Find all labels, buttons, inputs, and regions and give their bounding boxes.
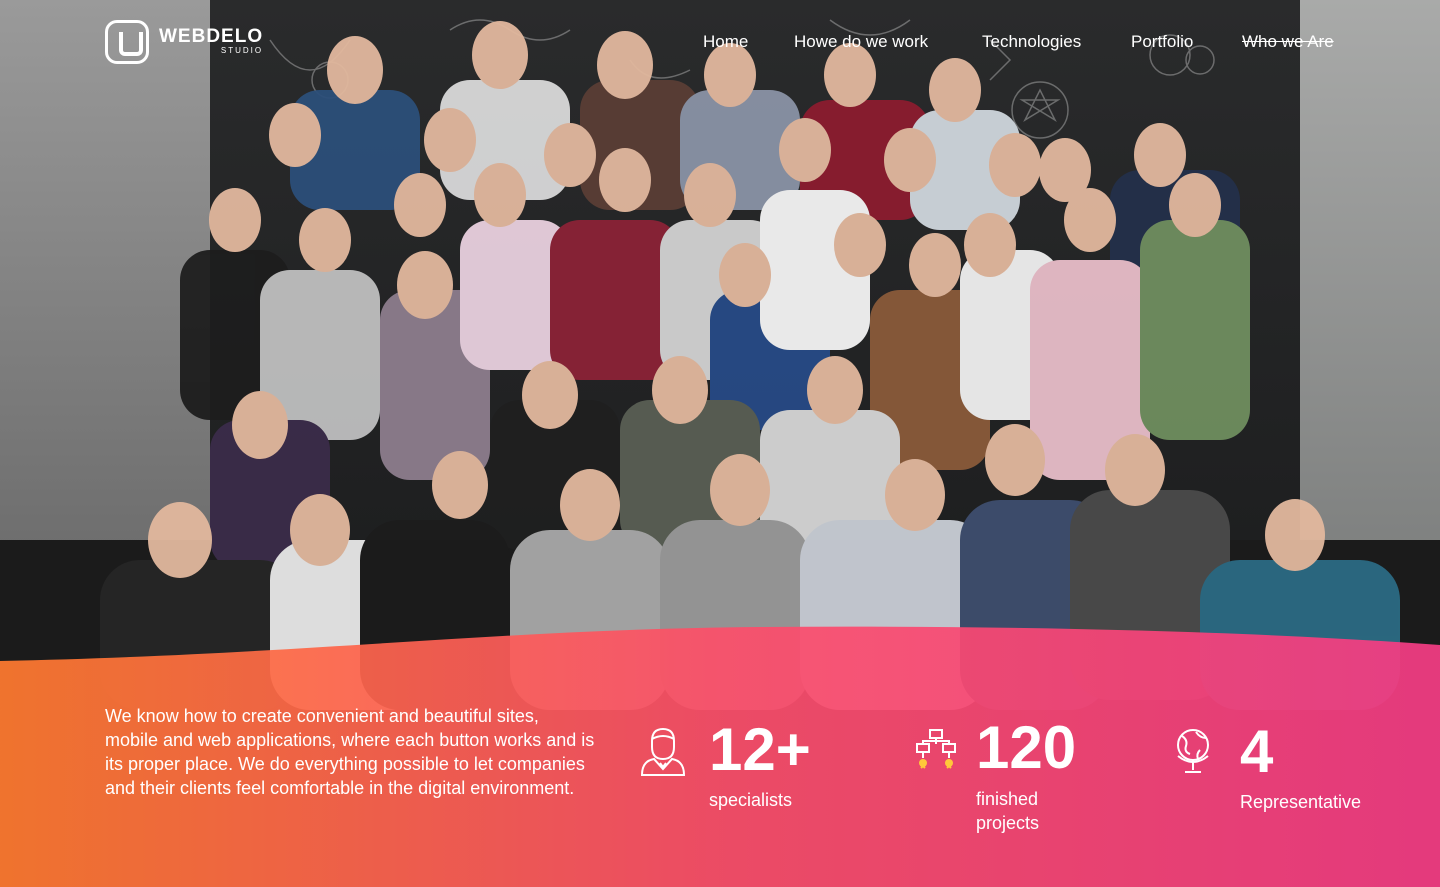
globe-icon xyxy=(1177,729,1209,773)
project-tree-icon xyxy=(916,729,956,769)
stat-specialists-value: 12+ xyxy=(709,716,811,783)
stat-projects-label-line2: projects xyxy=(976,813,1040,833)
stat-representative-value: 4 xyxy=(1240,718,1274,785)
page-overlay: WEBDELO STUDIO Home Howe do we work Tech… xyxy=(0,0,1440,887)
logo-mark-icon xyxy=(105,20,149,64)
stat-projects-label-line1: finished xyxy=(976,789,1039,809)
nav-portfolio[interactable]: Portfolio xyxy=(1131,32,1193,52)
intro-text: We know how to create convenient and bea… xyxy=(105,706,595,798)
specialist-icon xyxy=(640,727,686,776)
stat-specialists-label: specialists xyxy=(709,790,793,810)
stat-representative-label: Representative xyxy=(1240,792,1362,812)
nav-who-we-are[interactable]: Who we Are xyxy=(1242,32,1334,52)
brand-name: WEBDELO xyxy=(159,26,264,47)
nav-technologies[interactable]: Technologies xyxy=(982,32,1081,52)
brand-logo[interactable]: WEBDELO STUDIO xyxy=(105,20,263,64)
brand-subtitle: STUDIO xyxy=(220,46,264,55)
nav-how-we-work[interactable]: Howe do we work xyxy=(794,32,928,52)
stat-projects-value: 120 xyxy=(976,714,1077,781)
nav-home[interactable]: Home xyxy=(703,32,748,52)
